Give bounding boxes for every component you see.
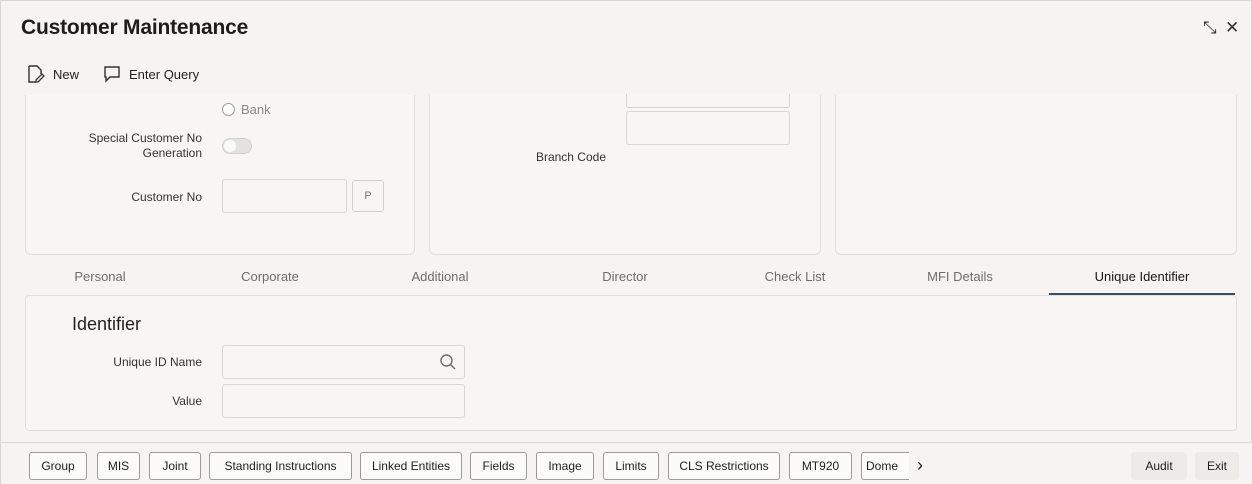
customer-no-lookup-button[interactable]: P [352,180,384,212]
tab-corporate[interactable]: Corporate [195,263,345,295]
value-input[interactable] [222,384,465,418]
restore-icon[interactable]: ⤡ [1203,18,1217,38]
toolbar: New Enter Query [25,64,223,84]
unique-id-name-label: Unique ID Name [113,355,202,369]
unique-identifier-section: Identifier Unique ID Name Value [25,295,1237,431]
search-icon[interactable] [439,353,457,371]
linked-entities-button[interactable]: Linked Entities [360,452,462,480]
bank-radio-label: Bank [241,102,271,117]
new-button[interactable]: New [25,64,79,84]
value-label: Value [172,394,202,408]
fields-button[interactable]: Fields [470,452,527,480]
branch-panel: Branch Code [429,94,821,255]
customer-no-label: Customer No [131,190,202,204]
unique-id-name-input[interactable] [222,345,465,379]
right-panel [835,95,1237,255]
group-button[interactable]: Group [29,452,87,480]
audit-button[interactable]: Audit [1131,452,1187,480]
tab-bar: Personal Corporate Additional Director C… [25,263,1237,295]
mt920-button[interactable]: MT920 [789,452,852,480]
close-icon[interactable]: ✕ [1225,18,1239,38]
cls-restrictions-button[interactable]: CLS Restrictions [668,452,780,480]
exit-button[interactable]: Exit [1195,452,1239,480]
joint-button[interactable]: Joint [149,452,201,480]
bank-radio[interactable]: Bank [222,102,271,117]
enter-query-label: Enter Query [129,66,200,82]
query-comment-icon [104,66,120,83]
domestic-button[interactable]: Dome [861,452,909,480]
standing-instructions-button[interactable]: Standing Instructions [209,452,352,480]
branch-code-label: Branch Code [535,150,606,164]
enter-query-button[interactable]: Enter Query [103,65,199,83]
special-customer-toggle[interactable] [222,138,252,154]
page-title: Customer Maintenance [21,16,249,39]
radio-circle-icon [222,103,235,116]
image-button[interactable]: Image [536,452,594,480]
scroll-right-icon[interactable]: › [910,451,930,479]
tab-mfi-details[interactable]: MFI Details [885,263,1035,295]
tab-unique-identifier[interactable]: Unique Identifier [1049,263,1235,295]
branch-code-input[interactable] [626,111,790,145]
customer-maintenance-window: Customer Maintenance ⤡ ✕ New Enter Query… [0,0,1252,484]
tab-additional[interactable]: Additional [365,263,515,295]
section-title: Identifier [72,314,142,334]
tab-check-list[interactable]: Check List [720,263,870,295]
tab-personal[interactable]: Personal [25,263,175,295]
customer-details-panel: Bank Special Customer No Generation Cust… [25,95,415,255]
new-label: New [53,66,80,82]
mis-button[interactable]: MIS [97,452,140,480]
footer-bar: Group MIS Joint Standing Instructions Li… [1,442,1252,484]
limits-button[interactable]: Limits [603,452,659,480]
new-document-icon [28,65,45,83]
tab-director[interactable]: Director [550,263,700,295]
customer-no-input[interactable] [222,179,347,213]
special-customer-label: Special Customer No Generation [88,131,202,160]
top-field-input[interactable] [626,94,790,108]
